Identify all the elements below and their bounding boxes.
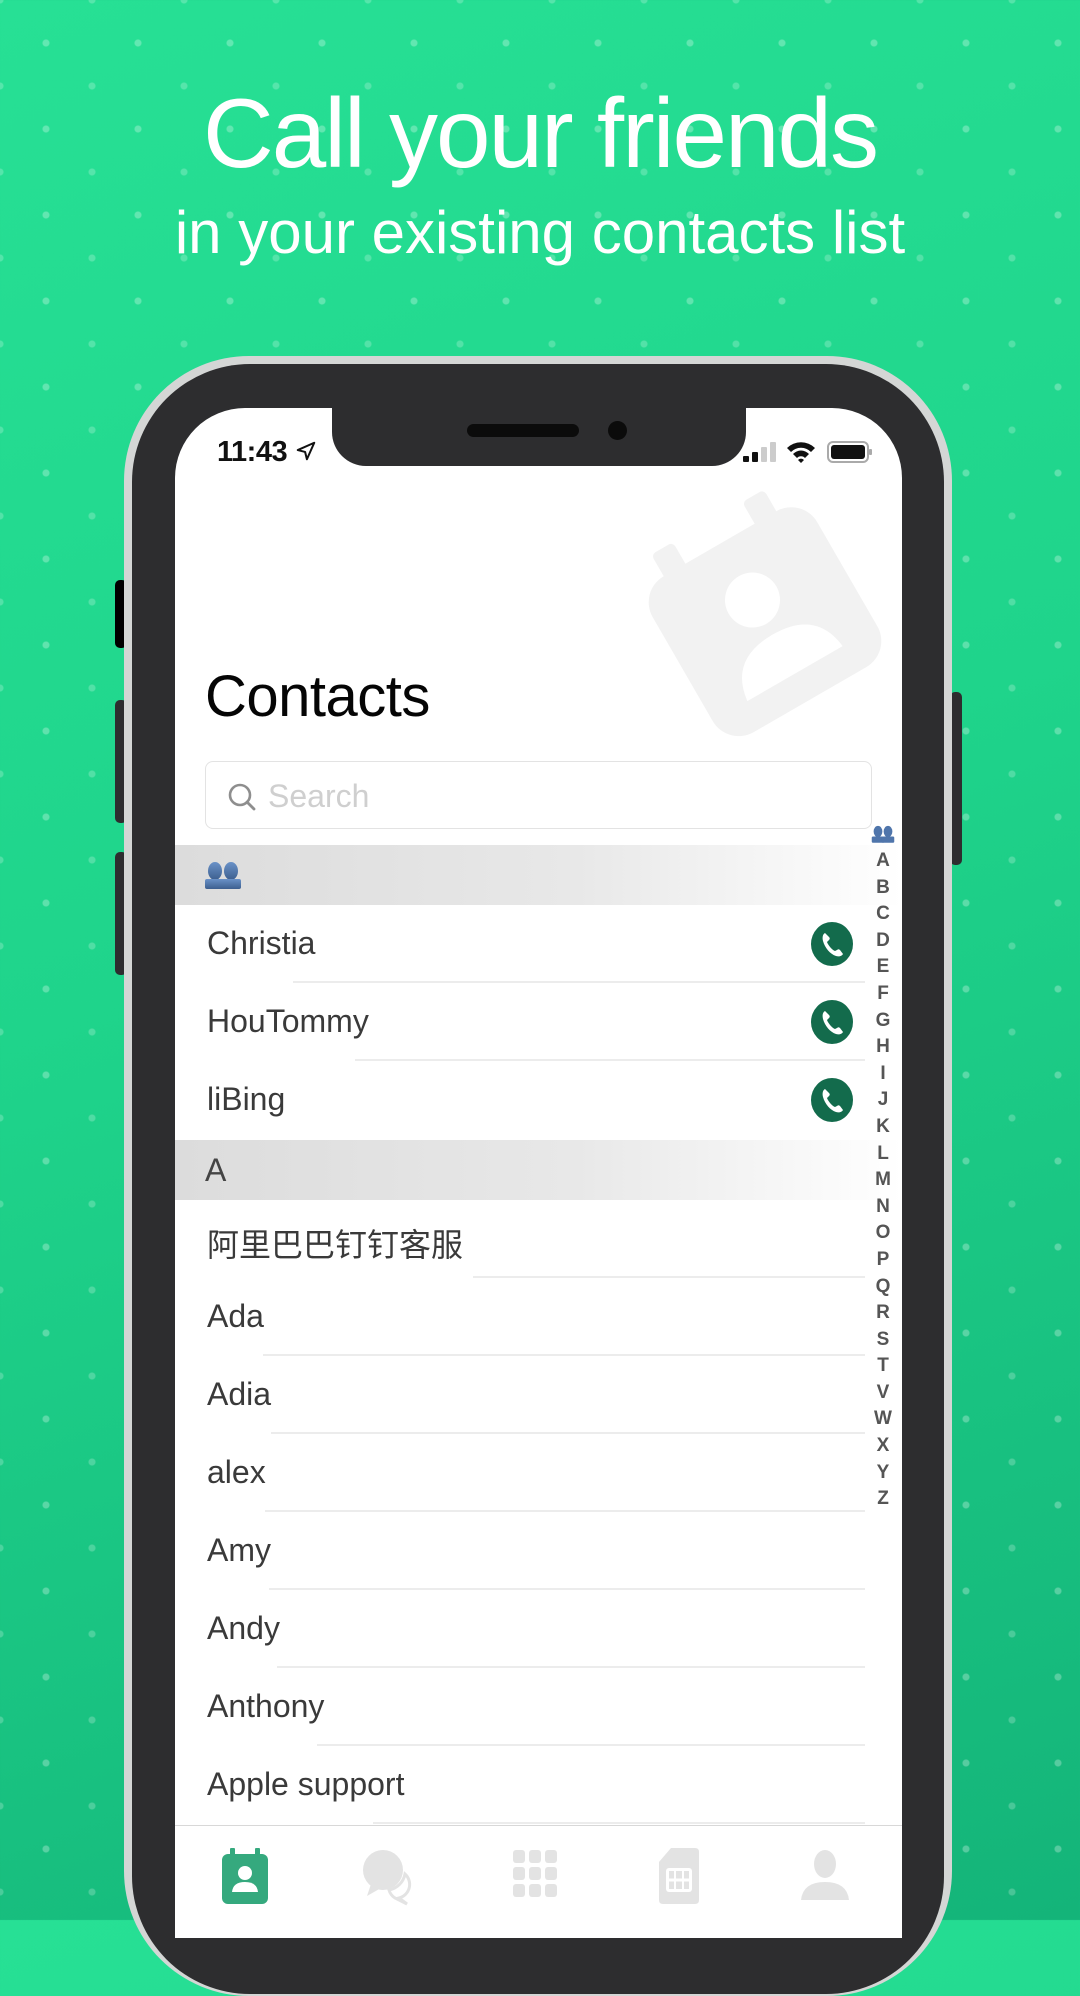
section-index[interactable]: ABCDEFGHIJKLMNOPQRSTVWXYZ (870, 824, 896, 1509)
phone-screen: 11:43 Contacts Chri (175, 408, 902, 1938)
row-separator (373, 1822, 865, 1824)
contact-row[interactable]: liBing (175, 1061, 865, 1138)
index-letter[interactable]: F (870, 981, 896, 1008)
contact-row[interactable]: alex (175, 1434, 865, 1512)
location-arrow-icon (296, 441, 316, 461)
promo-subheadline: in your existing contacts list (174, 199, 906, 266)
contact-row[interactable]: Ada (175, 1278, 865, 1356)
index-letter[interactable]: S (870, 1327, 896, 1354)
index-letter[interactable]: I (870, 1061, 896, 1088)
tab-dialpad[interactable] (505, 1846, 565, 1906)
section-header-a: A (175, 1140, 902, 1200)
wifi-icon (787, 442, 815, 463)
contact-name: Amy (207, 1532, 271, 1568)
contacts-icon (222, 1848, 268, 1904)
page-title: Contacts (205, 664, 430, 729)
tab-profile[interactable] (795, 1846, 855, 1906)
section-header-label: A (205, 1152, 227, 1188)
contact-name: Anthony (207, 1688, 325, 1724)
search-input[interactable] (266, 772, 830, 820)
tab-bar (175, 1825, 902, 1938)
tab-messages[interactable] (359, 1846, 419, 1906)
index-letter[interactable]: G (870, 1008, 896, 1035)
contact-name: Ada (207, 1298, 264, 1334)
status-time: 11:43 (217, 436, 288, 468)
index-letter[interactable]: H (870, 1034, 896, 1061)
contact-name: liBing (207, 1081, 286, 1117)
tab-contacts[interactable] (214, 1846, 274, 1906)
index-letter[interactable]: Q (870, 1274, 896, 1301)
contact-row[interactable]: Christia (175, 905, 865, 983)
index-letter[interactable]: N (870, 1194, 896, 1221)
call-button-phone-icon[interactable] (811, 922, 853, 966)
contact-name: Apple support (207, 1766, 405, 1802)
speaker (467, 424, 579, 437)
contact-name: Christia (207, 925, 316, 961)
index-letter[interactable]: O (870, 1220, 896, 1247)
section-header-group (175, 845, 902, 905)
group-icon (205, 862, 241, 889)
front-camera (608, 421, 627, 440)
contacts-watermark-icon (648, 491, 882, 737)
tab-sim[interactable] (649, 1846, 709, 1906)
index-letter[interactable]: M (870, 1167, 896, 1194)
index-letter[interactable]: X (870, 1433, 896, 1460)
contact-row[interactable]: 阿里巴巴钉钉客服 (175, 1200, 865, 1278)
index-letter[interactable]: A (870, 848, 896, 875)
index-letter[interactable]: J (870, 1087, 896, 1114)
contact-name: 阿里巴巴钉钉客服 (207, 1227, 464, 1263)
call-button-phone-icon[interactable] (811, 1078, 853, 1122)
contact-row[interactable]: Andy (175, 1590, 865, 1668)
index-letter[interactable]: L (870, 1141, 896, 1168)
index-letter[interactable]: R (870, 1300, 896, 1327)
contact-row[interactable]: Amy (175, 1512, 865, 1590)
index-letter[interactable]: K (870, 1114, 896, 1141)
contact-name: Adia (207, 1376, 272, 1412)
notch (332, 408, 746, 466)
contact-row[interactable]: HouTommy (175, 983, 865, 1061)
index-group-item[interactable] (870, 824, 896, 848)
sim-card-icon (659, 1848, 699, 1904)
contact-name: HouTommy (207, 1003, 369, 1039)
contact-row[interactable]: Anthony (175, 1668, 865, 1746)
index-letter[interactable]: D (870, 928, 896, 955)
index-letter[interactable]: T (870, 1353, 896, 1380)
contact-row[interactable]: Adia (175, 1356, 865, 1434)
chat-icon (363, 1850, 412, 1906)
index-letter[interactable]: B (870, 875, 896, 902)
call-button-phone-icon[interactable] (811, 1000, 853, 1044)
contact-name: Andy (207, 1610, 280, 1646)
contact-row[interactable]: Apple support (175, 1746, 865, 1824)
profile-icon (801, 1850, 849, 1900)
index-letter[interactable]: E (870, 954, 896, 981)
search-icon (228, 783, 256, 811)
cellular-signal-icon (743, 442, 776, 462)
index-letter[interactable]: C (870, 901, 896, 928)
index-letter[interactable]: Z (870, 1486, 896, 1513)
promo-headline: Call your friends (202, 78, 879, 188)
contact-name: alex (207, 1454, 266, 1490)
index-letter[interactable]: P (870, 1247, 896, 1274)
dialpad-icon (513, 1850, 557, 1897)
battery-icon (827, 441, 872, 463)
index-letter[interactable]: V (870, 1380, 896, 1407)
search-bar[interactable] (205, 761, 872, 829)
index-letter[interactable]: Y (870, 1460, 896, 1487)
group-icon (871, 825, 895, 843)
index-letters: ABCDEFGHIJKLMNOPQRSTVWXYZ (870, 848, 896, 1509)
index-letter[interactable]: W (870, 1406, 896, 1433)
